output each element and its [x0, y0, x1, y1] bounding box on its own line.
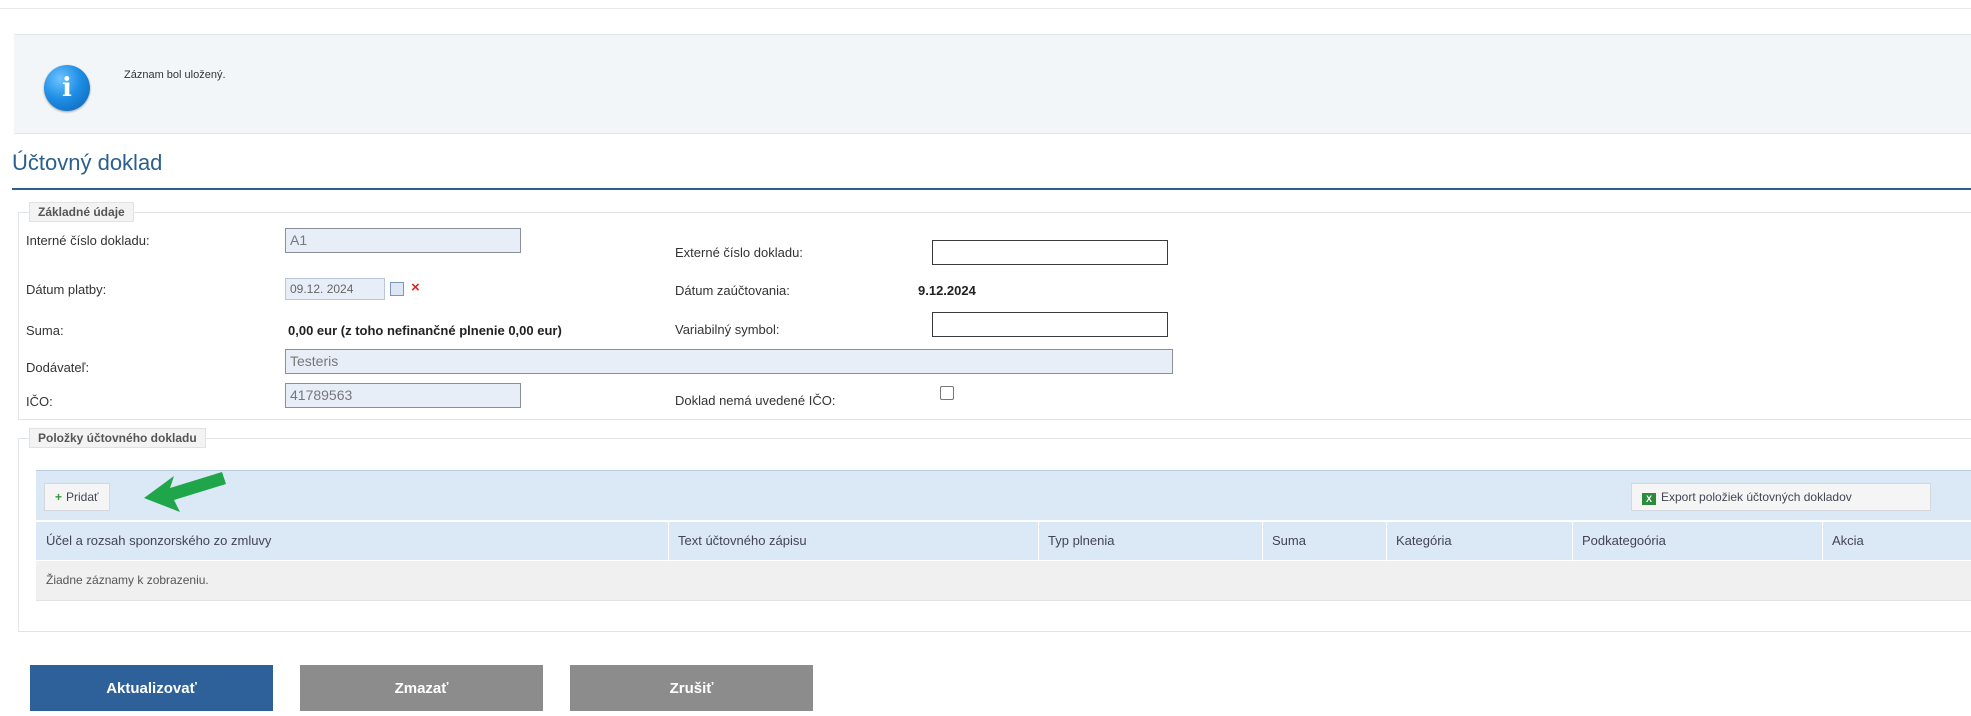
arrow-shape: [144, 472, 226, 512]
internal-number-input[interactable]: A1: [285, 228, 521, 253]
notification-box: i Záznam bol uložený.: [14, 34, 1971, 134]
table-empty-row: Žiadne záznamy k zobrazeniu.: [36, 561, 1971, 601]
column-separator: [1572, 522, 1573, 560]
supplier-input[interactable]: Testeris: [285, 349, 1173, 374]
external-number-input[interactable]: [932, 240, 1168, 265]
top-divider: [0, 8, 1971, 9]
add-item-button[interactable]: + Pridať: [44, 483, 110, 511]
column-header-type[interactable]: Typ plnenia: [1048, 533, 1115, 548]
cancel-button[interactable]: Zrušiť: [570, 665, 813, 711]
page-title: Účtovný doklad: [12, 150, 163, 175]
column-separator: [668, 522, 669, 560]
payment-date-input[interactable]: 09.12. 2024: [285, 278, 385, 300]
column-header-text[interactable]: Text účtovného zápisu: [678, 533, 807, 548]
column-header-sum[interactable]: Suma: [1272, 533, 1306, 548]
column-header-subcategory[interactable]: Podkategoória: [1582, 533, 1666, 548]
green-arrow-annotation: [144, 472, 226, 512]
posting-date-label: Dátum zaúčtovania:: [675, 283, 790, 298]
empty-table-text: Žiadne záznamy k zobrazeniu.: [46, 573, 209, 587]
info-icon: i: [44, 65, 90, 111]
title-underline: [12, 188, 1971, 190]
variable-symbol-input[interactable]: [932, 312, 1168, 337]
excel-icon: X: [1642, 493, 1656, 505]
no-ico-checkbox[interactable]: [940, 386, 954, 400]
items-table-header: Účel a rozsah sponzorského zo zmluvy Tex…: [36, 522, 1971, 560]
column-header-purpose[interactable]: Účel a rozsah sponzorského zo zmluvy: [46, 533, 271, 548]
ico-input[interactable]: 41789563: [285, 383, 521, 408]
export-items-label: Export položiek účtovných dokladov: [1661, 490, 1852, 504]
column-separator: [1262, 522, 1263, 560]
external-number-label: Externé číslo dokladu:: [675, 245, 803, 260]
supplier-label: Dodávateľ:: [26, 360, 90, 375]
internal-number-label: Interné číslo dokladu:: [26, 233, 150, 248]
clear-date-icon[interactable]: ×: [411, 279, 420, 296]
no-ico-label: Doklad nemá uvedené IČO:: [675, 393, 836, 408]
sum-label: Suma:: [26, 323, 64, 338]
column-header-action[interactable]: Akcia: [1832, 533, 1864, 548]
ico-label: IČO:: [26, 394, 53, 409]
basic-info-legend: Základné údaje: [29, 202, 134, 222]
add-item-label: Pridať: [66, 490, 99, 504]
column-separator: [1038, 522, 1039, 560]
export-items-button[interactable]: X Export položiek účtovných dokladov: [1631, 483, 1931, 511]
delete-button[interactable]: Zmazať: [300, 665, 543, 711]
notification-text: Záznam bol uložený.: [124, 69, 226, 81]
items-toolbar: + Pridať X Export položiek účtovných dokla…: [36, 470, 1971, 520]
sum-value: 0,00 eur (z toho nefinančné plnenie 0,00…: [288, 323, 562, 338]
column-separator: [1386, 522, 1387, 560]
payment-date-label: Dátum platby:: [26, 282, 107, 297]
calendar-icon[interactable]: [390, 282, 404, 296]
plus-icon: +: [55, 490, 63, 504]
update-button[interactable]: Aktualizovať: [30, 665, 273, 711]
variable-symbol-label: Variabilný symbol:: [675, 322, 780, 337]
column-header-category[interactable]: Kategória: [1396, 533, 1452, 548]
items-legend: Položky účtovného dokladu: [29, 428, 206, 448]
column-separator: [1822, 522, 1823, 560]
posting-date-value: 9.12.2024: [918, 283, 976, 298]
